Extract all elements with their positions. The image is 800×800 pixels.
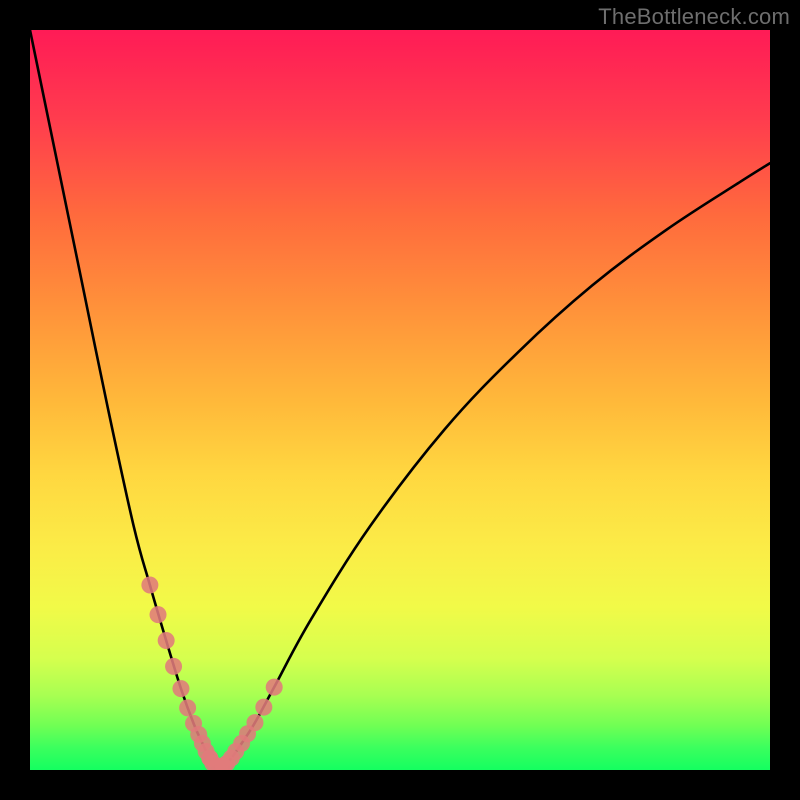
chart-frame: TheBottleneck.com — [0, 0, 800, 800]
marker-dots-right — [215, 679, 283, 770]
curve-layer — [30, 30, 770, 770]
marker-dots-left — [141, 577, 218, 767]
bottleneck-curve — [30, 30, 770, 767]
plot-area — [30, 30, 770, 770]
attribution-text: TheBottleneck.com — [598, 4, 790, 30]
